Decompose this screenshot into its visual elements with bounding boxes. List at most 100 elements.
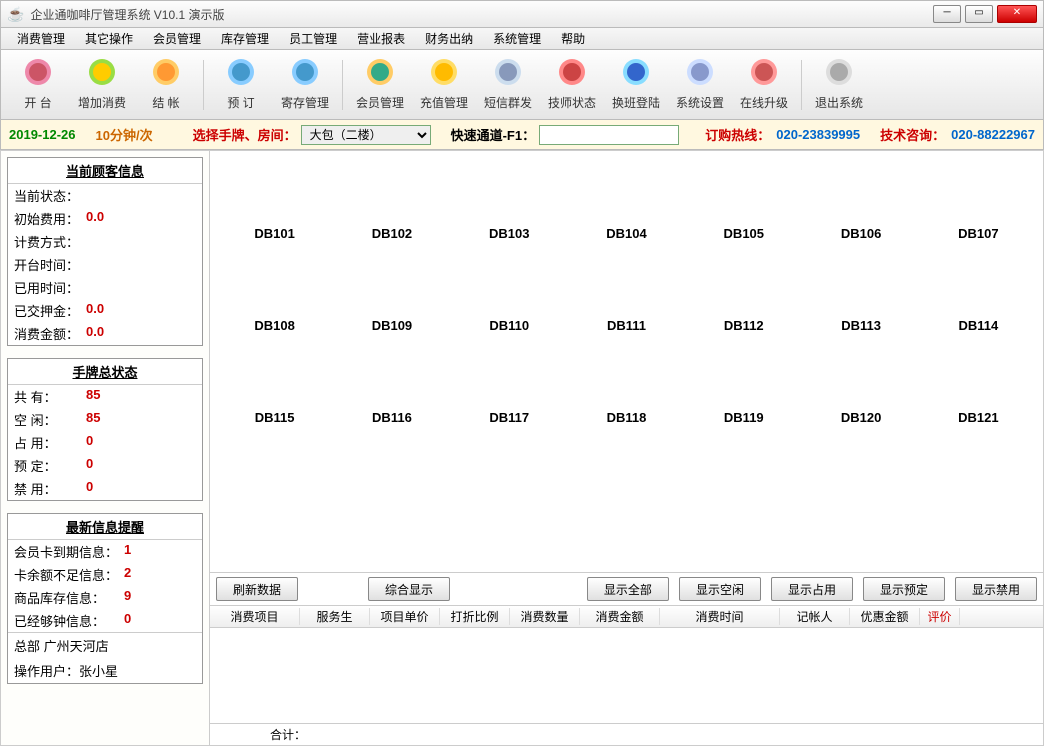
info-row: 商品库存信息：9: [8, 586, 202, 609]
duanxin-icon: [491, 58, 525, 92]
room-label: DB117: [489, 410, 529, 425]
col-1[interactable]: 服务生: [300, 608, 370, 625]
toolbar-zengjia[interactable]: 增加消费: [71, 55, 133, 115]
menu-财务出纳[interactable]: 财务出纳: [415, 30, 483, 47]
room-DB112[interactable]: DB112: [689, 253, 798, 337]
room-empty[interactable]: [337, 437, 446, 506]
toolbar-label: 换班登陆: [612, 94, 660, 111]
room-DB107[interactable]: DB107: [924, 161, 1033, 245]
toolbar-label: 开 台: [24, 94, 51, 111]
menu-系统管理[interactable]: 系统管理: [483, 30, 551, 47]
toolbar-huanban[interactable]: 换班登陆: [605, 55, 667, 115]
show-reserved-button[interactable]: 显示预定: [863, 577, 945, 601]
col-9[interactable]: 评价: [920, 608, 960, 625]
room-DB109[interactable]: DB109: [337, 253, 446, 337]
toolbar-kaitai[interactable]: 开 台: [7, 55, 69, 115]
room-DB102[interactable]: DB102: [337, 161, 446, 245]
room-DB105[interactable]: DB105: [689, 161, 798, 245]
room-select[interactable]: 大包（二楼）: [301, 125, 431, 145]
toolbar-jiezhang[interactable]: 结 帐: [135, 55, 197, 115]
toolbar-yuding[interactable]: 预 订: [210, 55, 272, 115]
room-DB103[interactable]: DB103: [455, 161, 564, 245]
room-grid[interactable]: DB101DB102DB103 DB104 DB105DB106DB107 DB108…: [210, 151, 1043, 572]
menu-其它操作[interactable]: 其它操作: [75, 30, 143, 47]
refresh-button[interactable]: 刷新数据: [216, 577, 298, 601]
toolbar-duanxin[interactable]: 短信群发: [477, 55, 539, 115]
room-DB106[interactable]: DB106: [806, 161, 915, 245]
zaixian-icon: [747, 58, 781, 92]
room-DB114[interactable]: DB114: [924, 253, 1033, 337]
menu-营业报表[interactable]: 营业报表: [347, 30, 415, 47]
toolbar-zaixian[interactable]: 在线升级: [733, 55, 795, 115]
room-DB115[interactable]: DB115: [220, 345, 329, 429]
col-0[interactable]: 消费项目: [210, 608, 300, 625]
folder-icon: [943, 441, 1013, 496]
room-DB101[interactable]: DB101: [220, 161, 329, 245]
menu-员工管理[interactable]: 员工管理: [279, 30, 347, 47]
room-DB113[interactable]: DB113: [806, 253, 915, 337]
huanban-icon: [619, 58, 653, 92]
room-label: DB111: [607, 318, 646, 333]
toolbar-xitong[interactable]: 系统设置: [669, 55, 731, 115]
col-7[interactable]: 记帐人: [780, 608, 850, 625]
room-DB119[interactable]: DB119: [689, 345, 798, 429]
show-used-button[interactable]: 显示占用: [771, 577, 853, 601]
room-DB108[interactable]: DB108: [220, 253, 329, 337]
room-DB116[interactable]: DB116: [337, 345, 446, 429]
col-6[interactable]: 消费时间: [660, 608, 780, 625]
show-idle-button[interactable]: 显示空闲: [679, 577, 761, 601]
comprehensive-button[interactable]: 综合显示: [368, 577, 450, 601]
room-DB121[interactable]: DB121: [924, 345, 1033, 429]
room-DB120[interactable]: DB120: [806, 345, 915, 429]
titlebar: ☕ 企业通咖啡厅管理系统 V10.1 演示版 ─ ▭ ✕: [0, 0, 1044, 28]
toolbar-chongzhi[interactable]: 充值管理: [413, 55, 475, 115]
toolbar-label: 退出系统: [815, 94, 863, 111]
room-DB117[interactable]: DB117: [455, 345, 564, 429]
menu-消费管理[interactable]: 消费管理: [7, 30, 75, 47]
minimize-button[interactable]: ─: [933, 5, 961, 23]
folder-icon: [591, 165, 661, 220]
room-label: DB112: [724, 318, 764, 333]
maximize-button[interactable]: ▭: [965, 5, 993, 23]
status-panel: 手牌总状态 共 有：85空 闲：85占 用：0预 定：0禁 用：0: [7, 358, 203, 501]
col-8[interactable]: 优惠金额: [850, 608, 920, 625]
col-2[interactable]: 项目单价: [370, 608, 440, 625]
fast-channel-input[interactable]: [539, 125, 679, 145]
room-empty[interactable]: [924, 437, 1033, 506]
show-disabled-button[interactable]: 显示禁用: [955, 577, 1037, 601]
room-DB118[interactable]: DB118: [572, 345, 681, 429]
menu-帮助[interactable]: 帮助: [551, 30, 595, 47]
info-row: 开台时间：: [8, 253, 202, 276]
room-empty[interactable]: [455, 437, 564, 506]
room-empty[interactable]: [572, 437, 681, 506]
toolbar-jishi[interactable]: 技师状态: [541, 55, 603, 115]
room-DB110[interactable]: DB110: [455, 253, 564, 337]
room-label: DB104: [606, 226, 646, 241]
room-label: DB119: [724, 410, 764, 425]
room-empty[interactable]: [689, 437, 798, 506]
toolbar-jicun[interactable]: 寄存管理: [274, 55, 336, 115]
sidebar: 当前顾客信息 当前状态：初始费用：0.0计费方式：开台时间：已用时间：已交押金：…: [0, 150, 210, 746]
toolbar-tuichu[interactable]: 退出系统: [808, 55, 870, 115]
room-DB104[interactable]: DB104: [572, 161, 681, 245]
menu-会员管理[interactable]: 会员管理: [143, 30, 211, 47]
folder-icon: [709, 165, 779, 220]
col-5[interactable]: 消费金额: [580, 608, 660, 625]
toolbar-huiyuan[interactable]: 会员管理: [349, 55, 411, 115]
room-empty[interactable]: [806, 437, 915, 506]
folder-icon: [240, 441, 310, 496]
show-all-button[interactable]: 显示全部: [587, 577, 669, 601]
col-3[interactable]: 打折比例: [440, 608, 510, 625]
close-button[interactable]: ✕: [997, 5, 1037, 23]
info-row: 会员卡到期信息：1: [8, 540, 202, 563]
room-label: DB109: [372, 318, 412, 333]
table-body[interactable]: [210, 628, 1043, 723]
room-DB111[interactable]: DB111: [572, 253, 681, 337]
room-empty[interactable]: [220, 437, 329, 506]
folder-icon: [474, 441, 544, 496]
folder-icon: [826, 165, 896, 220]
store-name: 总部 广州天河店: [8, 633, 202, 658]
menu-库存管理[interactable]: 库存管理: [211, 30, 279, 47]
folder-icon: [709, 349, 779, 404]
col-4[interactable]: 消费数量: [510, 608, 580, 625]
